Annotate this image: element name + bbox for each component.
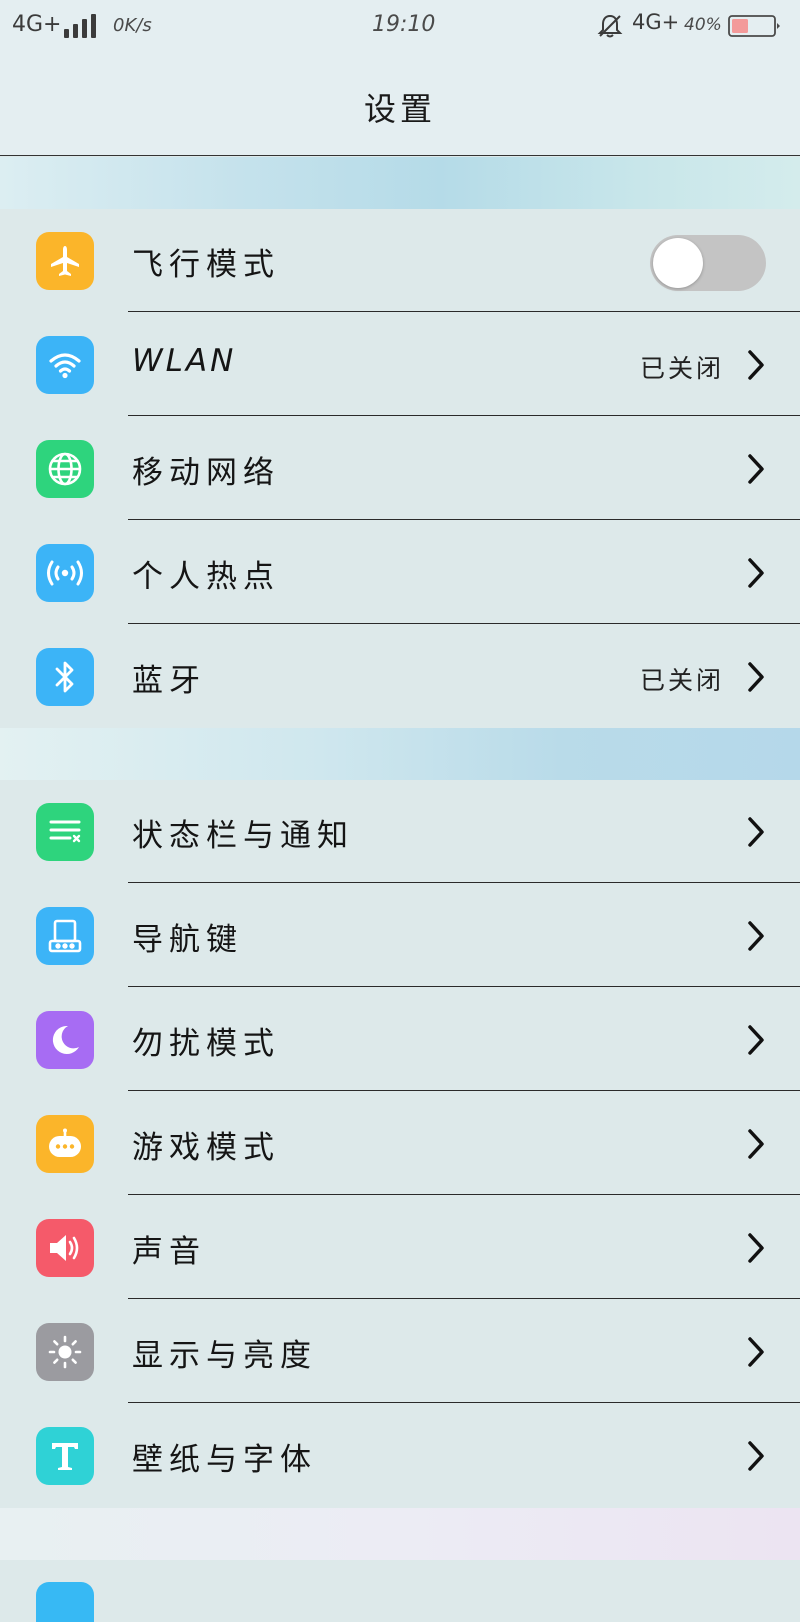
setting-row-wallpaper-font[interactable]: 壁纸与字体 <box>0 1404 800 1507</box>
header: 设置 <box>0 52 800 156</box>
row-divider <box>128 1401 800 1403</box>
setting-row-airplane-mode[interactable]: 飞行模式 <box>0 209 800 312</box>
row-divider <box>128 1089 800 1091</box>
network-type-indicator: 4G+ <box>12 12 62 37</box>
setting-label: 显示与亮度 <box>132 1338 317 1374</box>
setting-label: 壁纸与字体 <box>132 1442 317 1478</box>
setting-value: 已关闭 <box>639 666 724 695</box>
setting-label: 声音 <box>132 1234 206 1270</box>
setting-row-mobile-network[interactable]: 移动网络 <box>0 417 800 520</box>
setting-row-display-brightness[interactable]: 显示与亮度 <box>0 1300 800 1403</box>
status-bar: 4G+ 0K/s 19:10 4G+ 40% <box>0 0 800 52</box>
airplane-mode-toggle[interactable] <box>650 235 766 291</box>
row-divider <box>128 622 800 624</box>
settings-group-connectivity: 飞行模式 WLAN 已关闭 移动网络 个人热点 蓝牙 已关闭 <box>0 209 800 728</box>
mute-bell-icon <box>597 14 623 38</box>
hotspot-icon <box>36 544 94 602</box>
wifi-icon <box>36 336 94 394</box>
setting-value: 已关闭 <box>639 354 724 383</box>
setting-row-sound[interactable]: 声音 <box>0 1196 800 1299</box>
navigation-key-icon <box>36 907 94 965</box>
setting-label: 勿扰模式 <box>132 1026 280 1062</box>
globe-icon <box>36 440 94 498</box>
row-divider <box>128 881 800 883</box>
gamepad-icon <box>36 1115 94 1173</box>
setting-label: 移动网络 <box>132 455 280 491</box>
toggle-knob <box>653 238 703 288</box>
section-separator <box>0 1508 800 1560</box>
chevron-right-icon <box>748 1129 764 1159</box>
partial-setting-icon <box>36 1582 94 1622</box>
setting-row-navigation-keys[interactable]: 导航键 <box>0 884 800 987</box>
settings-group-system: 状态栏与通知 导航键 勿扰模式 游戏模式 声音 显示与亮度 壁纸与字体 <box>0 780 800 1508</box>
setting-row-status-bar-notifications[interactable]: 状态栏与通知 <box>0 780 800 883</box>
speaker-icon <box>36 1219 94 1277</box>
setting-label: 游戏模式 <box>132 1130 280 1166</box>
notification-list-icon <box>36 803 94 861</box>
clock: 19:10 <box>372 12 436 37</box>
chevron-right-icon <box>748 1441 764 1471</box>
row-divider <box>128 310 800 312</box>
chevron-right-icon <box>748 350 764 380</box>
brightness-icon <box>36 1323 94 1381</box>
signal-strength-icon <box>64 14 98 38</box>
network-speed: 0K/s <box>113 15 152 36</box>
setting-label: 状态栏与通知 <box>132 818 354 854</box>
setting-row-bluetooth[interactable]: 蓝牙 已关闭 <box>0 625 800 728</box>
row-divider <box>128 1297 800 1299</box>
chevron-right-icon <box>748 1337 764 1367</box>
font-icon <box>36 1427 94 1485</box>
bluetooth-icon <box>36 648 94 706</box>
row-divider <box>128 518 800 520</box>
setting-row-do-not-disturb[interactable]: 勿扰模式 <box>0 988 800 1091</box>
setting-row-game-mode[interactable]: 游戏模式 <box>0 1092 800 1195</box>
setting-label: 飞行模式 <box>132 247 280 283</box>
battery-percent: 40% <box>684 15 722 35</box>
setting-label: WLAN <box>132 343 237 379</box>
row-divider <box>128 1193 800 1195</box>
airplane-icon <box>36 232 94 290</box>
network-type-indicator-2: 4G+ <box>632 10 680 34</box>
chevron-right-icon <box>748 817 764 847</box>
chevron-right-icon <box>748 921 764 951</box>
moon-icon <box>36 1011 94 1069</box>
battery-icon <box>728 15 780 37</box>
row-divider <box>128 985 800 987</box>
section-separator <box>0 157 800 209</box>
chevron-right-icon <box>748 454 764 484</box>
setting-row-personal-hotspot[interactable]: 个人热点 <box>0 521 800 624</box>
setting-label: 蓝牙 <box>132 663 206 699</box>
setting-label: 个人热点 <box>132 559 280 595</box>
setting-label: 导航键 <box>132 922 243 958</box>
row-divider <box>128 414 800 416</box>
page-title: 设置 <box>363 90 436 128</box>
chevron-right-icon <box>748 1025 764 1055</box>
chevron-right-icon <box>748 558 764 588</box>
chevron-right-icon <box>748 662 764 692</box>
section-separator <box>0 728 800 780</box>
chevron-right-icon <box>748 1233 764 1263</box>
setting-row-wlan[interactable]: WLAN 已关闭 <box>0 313 800 416</box>
setting-row-partial[interactable] <box>0 1560 800 1622</box>
